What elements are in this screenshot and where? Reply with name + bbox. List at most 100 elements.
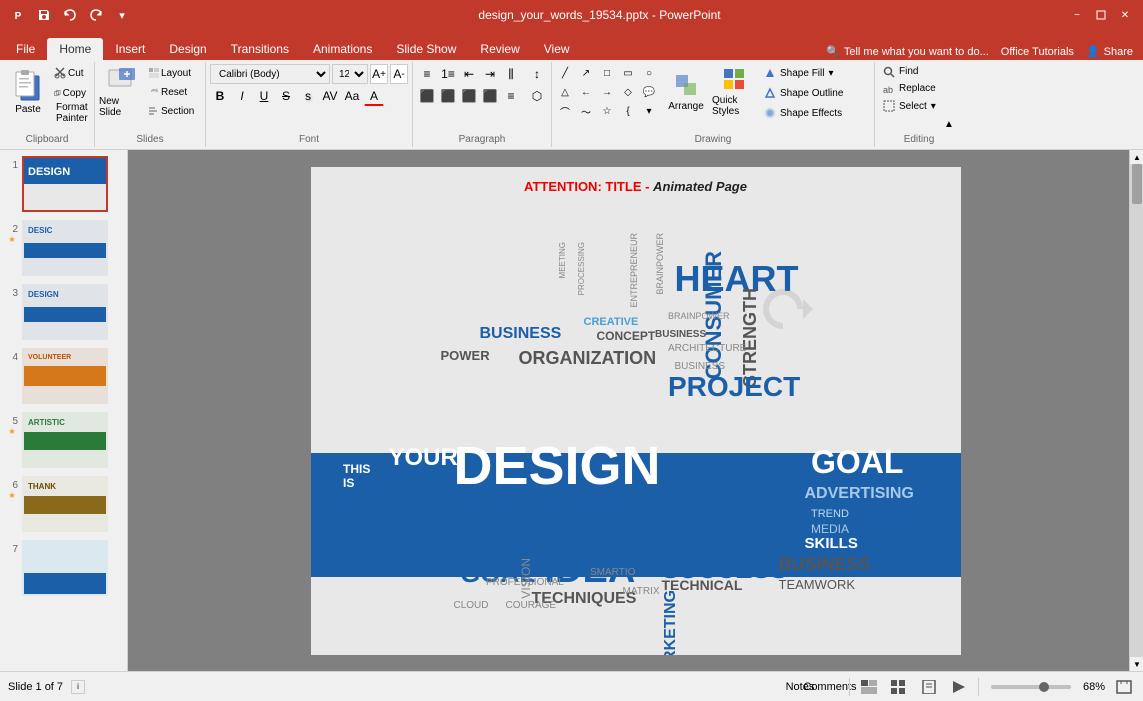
scroll-up-button[interactable]: ▲ (1130, 150, 1143, 164)
shape-outline-button[interactable]: Shape Outline (760, 84, 870, 102)
zoom-slider[interactable] (991, 685, 1071, 689)
reset-button[interactable]: Reset (145, 83, 201, 101)
align-right-button[interactable]: ⬛ (459, 86, 479, 106)
layout-button[interactable]: Layout (145, 64, 201, 82)
justify-button[interactable]: ⬛ (480, 86, 500, 106)
slide-thumbnail-1[interactable]: DESIGN (22, 156, 108, 212)
bullets-button[interactable]: ≡ (417, 64, 437, 84)
slide-show-button[interactable] (948, 676, 970, 698)
close-button[interactable]: ✕ (1115, 5, 1135, 25)
ribbon-collapse-button[interactable]: ▲ (939, 116, 959, 133)
star-shape[interactable]: ☆ (598, 102, 616, 120)
triangle-shape[interactable]: △ (556, 83, 574, 101)
comments-button[interactable]: Comments (819, 676, 841, 698)
canvas-area[interactable]: ATTENTION: TITLE - Animated Page ENTREPR… (128, 150, 1143, 671)
left-arrow-shape[interactable]: ← (577, 83, 595, 101)
format-painter-button[interactable]: Format Painter (52, 104, 88, 122)
tab-slideshow[interactable]: Slide Show (384, 38, 468, 60)
minimize-button[interactable]: − (1067, 5, 1087, 25)
slide-thumb-1[interactable]: 1 DESIGN (4, 154, 123, 214)
tab-insert[interactable]: Insert (103, 38, 157, 60)
cut-button[interactable]: Cut (52, 64, 88, 82)
font-family-select[interactable]: Calibri (Body) (210, 64, 330, 84)
right-arrow-shape[interactable]: → (598, 83, 616, 101)
diamond-shape[interactable]: ◇ (619, 83, 637, 101)
reading-view-button[interactable] (918, 676, 940, 698)
tab-view[interactable]: View (532, 38, 582, 60)
tab-animations[interactable]: Animations (301, 38, 384, 60)
find-button[interactable]: Find (879, 64, 959, 79)
customize-qat-button[interactable]: ▾ (112, 5, 132, 25)
align-center-button[interactable]: ⬛ (438, 86, 458, 106)
italic-button[interactable]: I (232, 86, 252, 106)
save-qat-button[interactable] (34, 5, 54, 25)
decrease-font-button[interactable]: A- (390, 64, 408, 84)
tab-file[interactable]: File (4, 38, 47, 60)
strikethrough-button[interactable]: S (276, 86, 296, 106)
tab-home[interactable]: Home (47, 38, 103, 60)
slide-thumbnail-5[interactable]: ARTISTIC (22, 412, 108, 468)
tab-design[interactable]: Design (157, 38, 218, 60)
curve-shape[interactable]: ⌒ (556, 102, 574, 120)
scroll-down-button[interactable]: ▼ (1130, 657, 1143, 671)
increase-indent-button[interactable]: ⇥ (480, 64, 500, 84)
text-shadow-button[interactable]: s (298, 86, 318, 106)
slide-thumb-4[interactable]: 4 VOLUNTEER (4, 346, 123, 406)
tab-review[interactable]: Review (468, 38, 531, 60)
slide-thumb-5[interactable]: 5 ★ ARTISTIC (4, 410, 123, 470)
slide-thumbnail-7[interactable] (22, 540, 108, 596)
font-color-button[interactable]: A (364, 86, 384, 106)
scroll-thumb[interactable] (1132, 164, 1142, 204)
paste-button[interactable]: Paste (6, 64, 50, 120)
character-spacing-button[interactable]: AV (320, 86, 340, 106)
oval-shape[interactable]: ○ (640, 64, 658, 82)
slide-thumbnail-2[interactable]: DESIC (22, 220, 108, 276)
numbering-button[interactable]: 1≡ (438, 64, 458, 84)
slide-info-button[interactable]: i (71, 680, 85, 694)
underline-button[interactable]: U (254, 86, 274, 106)
copy-button[interactable]: Copy (52, 84, 88, 102)
line-shape[interactable]: ╱ (556, 64, 574, 82)
tab-transitions[interactable]: Transitions (219, 38, 301, 60)
text-direction-button[interactable]: ↕ (527, 64, 547, 84)
arrow-shape[interactable]: ↗ (577, 64, 595, 82)
section-button[interactable]: Section (145, 102, 201, 120)
callout-shape[interactable]: 💬 (640, 83, 658, 101)
rounded-rect-shape[interactable]: ▭ (619, 64, 637, 82)
vertical-scrollbar[interactable]: ▲ ▼ (1129, 150, 1143, 671)
scroll-track[interactable] (1130, 164, 1143, 657)
slide-thumb-7[interactable]: 7 (4, 538, 123, 598)
align-left-button[interactable]: ⬛ (417, 86, 437, 106)
convert-to-smartart-button[interactable]: ⬡ (527, 86, 547, 106)
new-slide-button[interactable]: New Slide (99, 64, 143, 120)
slide-thumb-3[interactable]: 3 DESIGN (4, 282, 123, 342)
shape-effects-button[interactable]: Shape Effects (760, 104, 870, 122)
brace-shape[interactable]: { (619, 102, 637, 120)
zoom-thumb[interactable] (1039, 682, 1049, 692)
quick-styles-button[interactable]: Quick Styles (712, 64, 756, 120)
change-case-button[interactable]: Aa (342, 86, 362, 106)
slide-sorter-button[interactable] (888, 676, 910, 698)
replace-button[interactable]: ab Replace (879, 81, 959, 96)
shape-fill-button[interactable]: Shape Fill▾ (760, 64, 870, 82)
slide-thumbnail-3[interactable]: DESIGN (22, 284, 108, 340)
fit-slide-button[interactable] (1113, 676, 1135, 698)
slide-thumbnail-6[interactable]: THANK (22, 476, 108, 532)
more-shapes[interactable]: ▾ (640, 102, 658, 120)
arrange-button[interactable]: Arrange (664, 64, 708, 120)
slide-thumb-2[interactable]: 2 ★ DESIC (4, 218, 123, 278)
redo-button[interactable] (86, 5, 106, 25)
undo-button[interactable] (60, 5, 80, 25)
increase-font-button[interactable]: A+ (370, 64, 388, 84)
font-size-select[interactable]: 12 (332, 64, 368, 84)
tutorials-link[interactable]: Office Tutorials (1001, 46, 1074, 58)
slide-thumb-6[interactable]: 6 ★ THANK (4, 474, 123, 534)
bold-button[interactable]: B (210, 86, 230, 106)
columns-button[interactable]: ⫼ (501, 64, 521, 84)
rect-shape[interactable]: □ (598, 64, 616, 82)
share-button[interactable]: 👤 Share (1086, 45, 1133, 58)
freeform-shape[interactable]: 〜 (577, 102, 595, 120)
normal-view-button[interactable] (858, 676, 880, 698)
line-spacing-button[interactable]: ≡ (501, 86, 521, 106)
restore-button[interactable] (1091, 5, 1111, 25)
